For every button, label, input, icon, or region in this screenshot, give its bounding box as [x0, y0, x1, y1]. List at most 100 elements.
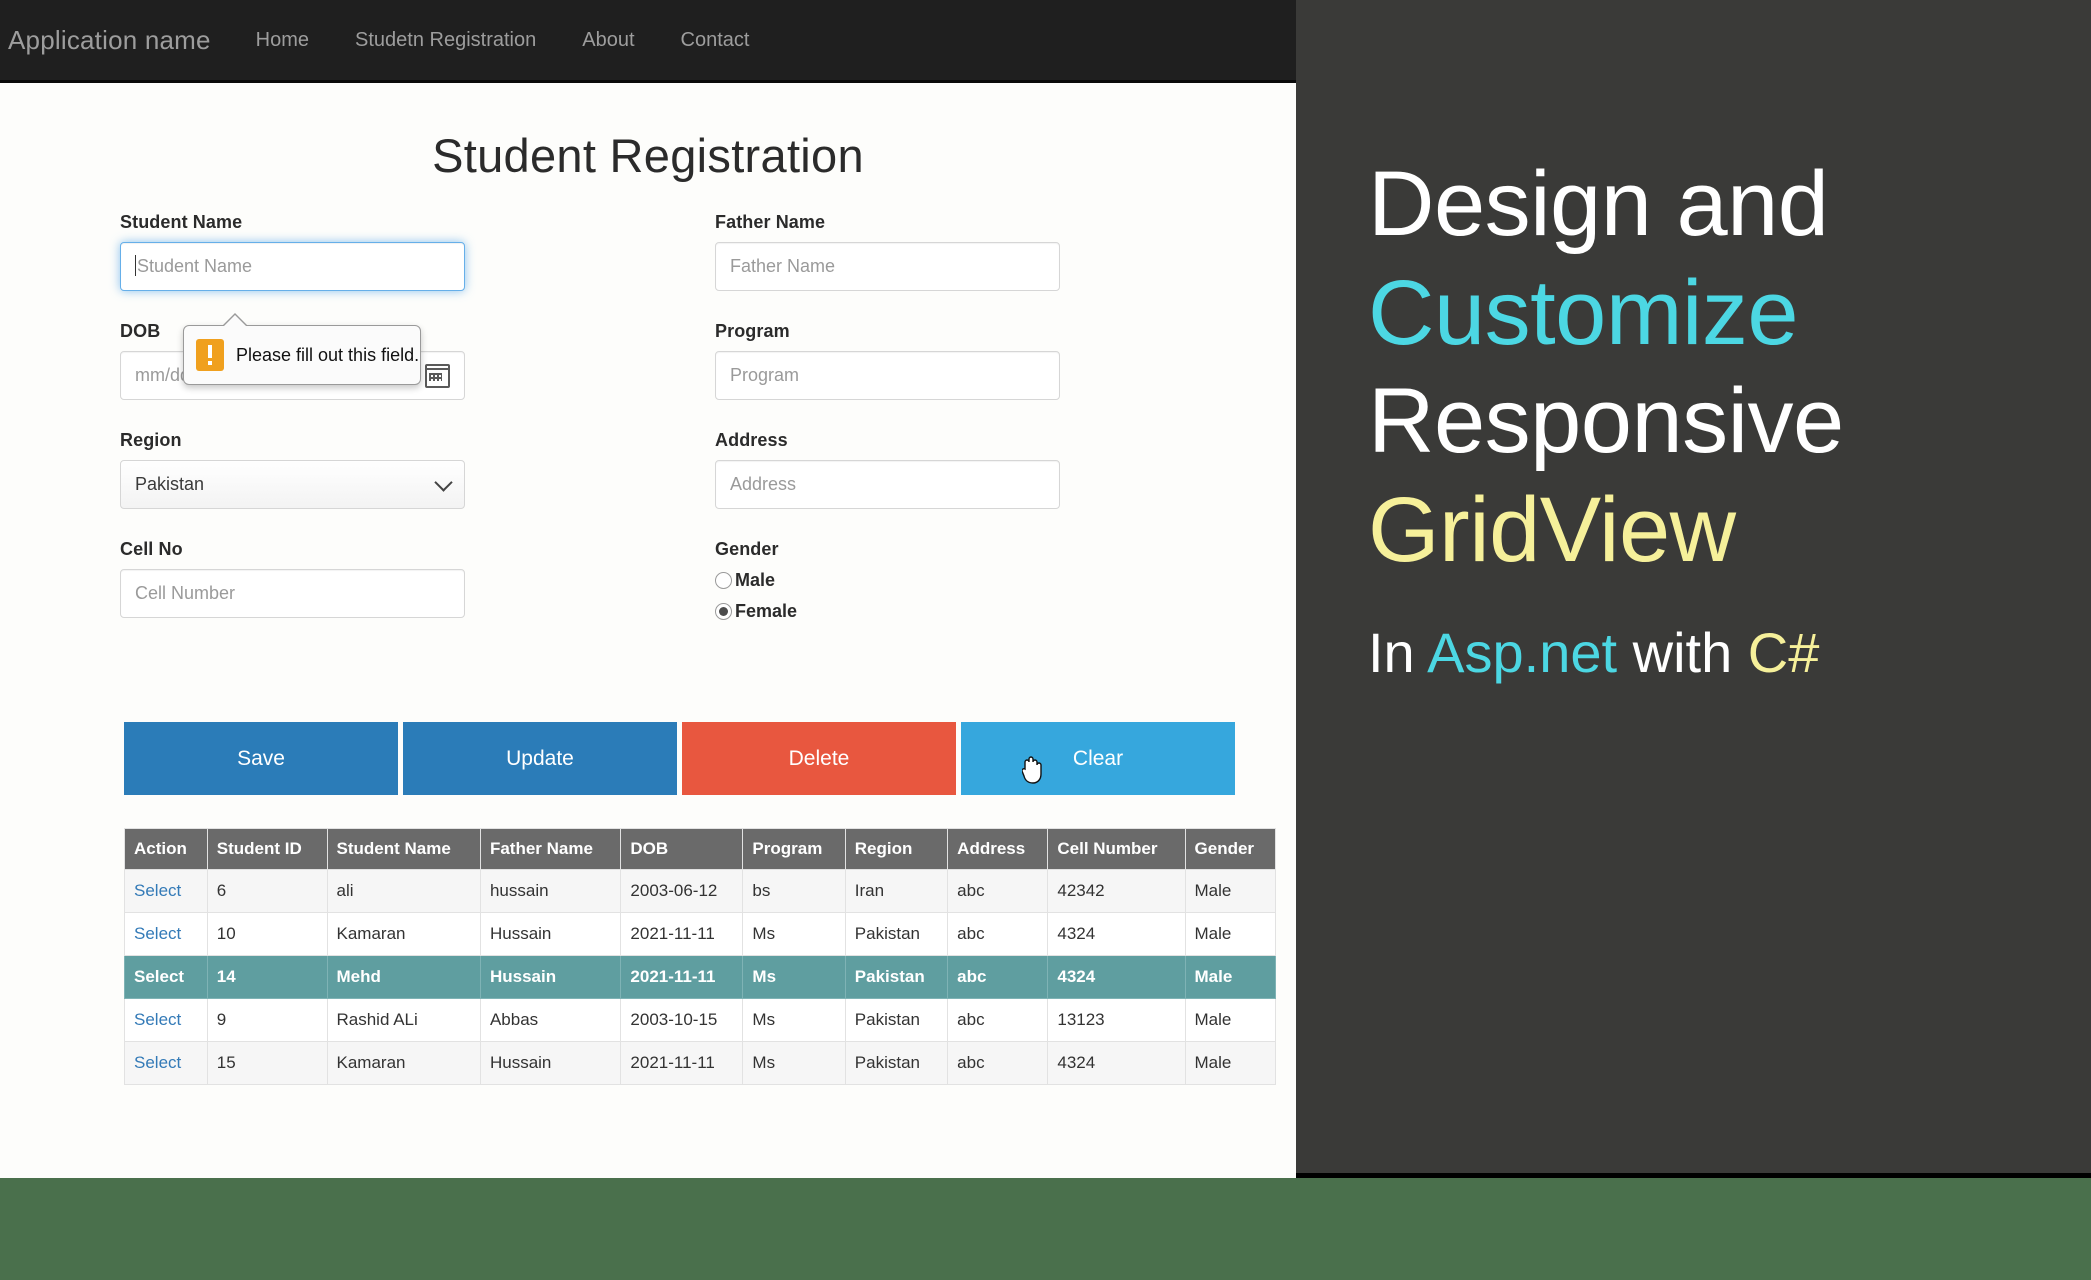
label-father-name: Father Name	[715, 212, 826, 232]
column-header-student-name[interactable]: Student Name	[326, 828, 481, 870]
validation-message: Please fill out this field.	[236, 344, 420, 365]
field-program: Program Program	[715, 321, 1060, 400]
select-link[interactable]: Select	[134, 1053, 181, 1072]
calendar-icon[interactable]	[425, 363, 450, 388]
nav-link-about[interactable]: About	[559, 29, 657, 52]
gender-option-female[interactable]: Female	[715, 601, 1060, 622]
cell-cell-number: 42342	[1047, 869, 1186, 913]
column-header-dob[interactable]: DOB	[620, 828, 744, 870]
cell-student-name: Kamaran	[326, 1041, 481, 1085]
table-row[interactable]: Select 15 Kamaran Hussain 2021-11-11 Ms …	[124, 1041, 1277, 1085]
panel-line-design-and: Design and	[1368, 153, 1829, 255]
subtitle-aspnet: Asp.net	[1427, 621, 1618, 685]
program-input[interactable]: Program	[715, 351, 1060, 400]
clear-button[interactable]: Clear	[961, 722, 1235, 795]
subtitle-with: with	[1617, 621, 1748, 685]
cell-father-name: hussain	[479, 869, 622, 913]
cell-region: Pakistan	[844, 998, 949, 1042]
field-address: Address Address	[715, 430, 1060, 509]
tooltip-arrow-inner	[223, 315, 247, 327]
cell-gender: Male	[1184, 1041, 1277, 1085]
select-link[interactable]: Select	[134, 1010, 181, 1029]
cell-program: Ms	[742, 912, 846, 956]
address-placeholder: Address	[730, 474, 797, 494]
column-header-gender[interactable]: Gender	[1184, 828, 1277, 870]
cell-student-id: 9	[206, 998, 328, 1042]
cell-dob: 2021-11-11	[620, 955, 744, 999]
nav-link-contact[interactable]: Contact	[658, 29, 773, 52]
warning-icon	[196, 339, 224, 371]
address-input[interactable]: Address	[715, 460, 1060, 509]
label-address: Address	[715, 430, 788, 450]
cell-student-id: 14	[206, 955, 328, 999]
table-row-selected[interactable]: Select 14 Mehd Hussain 2021-11-11 Ms Pak…	[124, 955, 1277, 999]
radio-female-icon[interactable]	[715, 603, 732, 620]
cell-cell-number: 13123	[1047, 998, 1186, 1042]
cell-student-name: Kamaran	[326, 912, 481, 956]
column-header-cell-number[interactable]: Cell Number	[1047, 828, 1186, 870]
radio-male-icon[interactable]	[715, 572, 732, 589]
father-name-input[interactable]: Father Name	[715, 242, 1060, 291]
column-header-action[interactable]: Action	[124, 828, 208, 870]
navbar-brand[interactable]: Application name	[0, 25, 233, 56]
label-program: Program	[715, 321, 790, 341]
update-button[interactable]: Update	[403, 722, 677, 795]
cell-address: abc	[947, 955, 1049, 999]
cell-dob: 2003-06-12	[620, 869, 744, 913]
cell-address: abc	[947, 912, 1049, 956]
cell-cell-number: 4324	[1047, 955, 1186, 999]
cell-father-name: Hussain	[479, 912, 622, 956]
gender-female-label: Female	[735, 601, 798, 621]
delete-button[interactable]: Delete	[682, 722, 956, 795]
label-gender: Gender	[715, 539, 779, 559]
panel-line-responsive: Responsive	[1368, 370, 1844, 473]
gender-male-label: Male	[735, 570, 776, 590]
gender-option-male[interactable]: Male	[715, 570, 1060, 591]
label-cell-no: Cell No	[120, 539, 183, 559]
column-header-address[interactable]: Address	[947, 828, 1049, 870]
table-row[interactable]: Select 9 Rashid ALi Abbas 2003-10-15 Ms …	[124, 998, 1277, 1042]
cell-program: bs	[742, 869, 846, 913]
cell-gender: Male	[1184, 998, 1277, 1042]
cell-student-name: Mehd	[326, 955, 481, 999]
cell-father-name: Abbas	[479, 998, 622, 1042]
column-header-student-id[interactable]: Student ID	[206, 828, 328, 870]
cell-region: Pakistan	[844, 1041, 949, 1085]
cell-no-input[interactable]: Cell Number	[120, 569, 465, 618]
select-link[interactable]: Select	[134, 881, 181, 900]
program-placeholder: Program	[730, 365, 800, 385]
region-select[interactable]: Pakistan	[120, 460, 465, 509]
cell-address: abc	[947, 998, 1049, 1042]
cell-student-name: Rashid ALi	[326, 998, 481, 1042]
field-student-name: Student Name Student Name	[120, 212, 465, 291]
nav-link-student-registration[interactable]: Studetn Registration	[332, 29, 559, 52]
page-title: Student Registration	[432, 129, 864, 182]
student-name-placeholder: Student Name	[137, 256, 253, 276]
action-buttons: Save Update Delete Clear	[124, 722, 1235, 795]
panel-line-customize: Customize	[1368, 261, 1799, 364]
save-button[interactable]: Save	[124, 722, 398, 795]
cell-father-name: Hussain	[479, 955, 622, 999]
subtitle-in: In	[1368, 621, 1428, 685]
validation-tooltip: Please fill out this field.	[183, 313, 421, 385]
student-gridview: Action Student ID Student Name Father Na…	[124, 828, 1277, 1085]
cell-cell-number: 4324	[1047, 912, 1186, 956]
cell-student-id: 15	[206, 1041, 328, 1085]
region-selected-value: Pakistan	[135, 474, 205, 494]
select-link[interactable]: Select	[134, 924, 181, 943]
cell-address: abc	[947, 1041, 1049, 1085]
nav-link-home[interactable]: Home	[233, 29, 332, 52]
table-header-row: Action Student ID Student Name Father Na…	[124, 828, 1277, 870]
column-header-region[interactable]: Region	[844, 828, 949, 870]
select-link[interactable]: Select	[134, 967, 184, 986]
column-header-program[interactable]: Program	[742, 828, 846, 870]
field-cell-no: Cell No Cell Number	[120, 539, 465, 618]
student-name-input[interactable]: Student Name	[120, 242, 465, 291]
cell-student-name: ali	[326, 869, 481, 913]
panel-line-subtitle: In Asp.net with C#	[1368, 620, 2068, 685]
table-row[interactable]: Select 6 ali hussain 2003-06-12 bs Iran …	[124, 869, 1277, 913]
column-header-father-name[interactable]: Father Name	[479, 828, 622, 870]
label-region: Region	[120, 430, 182, 450]
cell-action: Select	[124, 1041, 208, 1085]
table-row[interactable]: Select 10 Kamaran Hussain 2021-11-11 Ms …	[124, 912, 1277, 956]
